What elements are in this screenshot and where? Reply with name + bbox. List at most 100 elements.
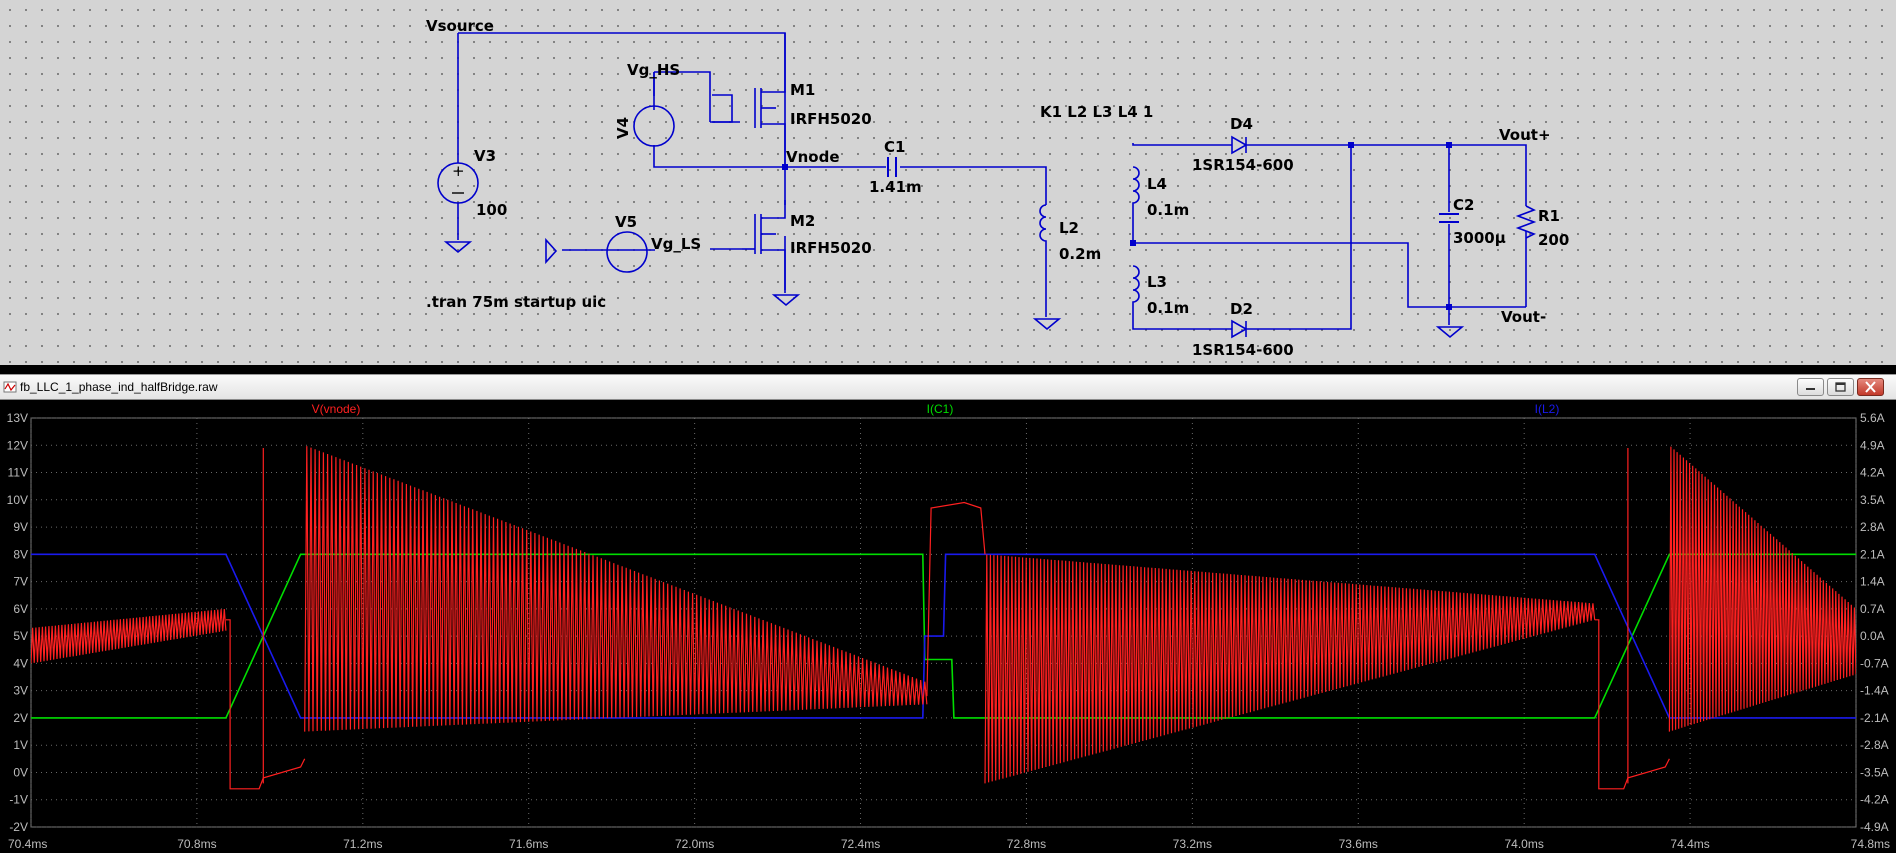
svg-text:+: + [452, 162, 465, 180]
y-right-tick-label: 3.5A [1860, 493, 1885, 507]
mosfet-m2[interactable] [742, 200, 786, 290]
l2-name: L2 [1059, 219, 1079, 237]
inductor-l2[interactable] [1039, 204, 1047, 276]
y-left-tick-label: 13V [7, 411, 28, 425]
l4-name: L4 [1147, 175, 1167, 193]
d4-value: 1SR154-600 [1192, 156, 1294, 174]
y-right-tick-label: -4.2A [1860, 793, 1889, 807]
y-left-tick-label: 7V [13, 575, 28, 589]
m2-value: IRFH5020 [790, 239, 872, 257]
y-right-tick-label: 1.4A [1860, 575, 1885, 589]
capacitor-c1[interactable] [887, 157, 897, 177]
x-tick-label: 74.4ms [1670, 837, 1709, 851]
y-right-tick-label: 0.7A [1860, 602, 1885, 616]
r1-value: 200 [1538, 231, 1569, 249]
v3-value: 100 [476, 201, 507, 219]
voltage-source-v4[interactable] [633, 71, 711, 147]
tran-directive[interactable]: .tran 75m startup uic [426, 293, 606, 311]
ground-symbols [443, 237, 1465, 339]
x-tick-label: 73.6ms [1339, 837, 1378, 851]
legend-trace-1[interactable]: I(C1) [927, 402, 954, 416]
y-left-tick-label: 2V [13, 711, 28, 725]
x-tick-label: 70.8ms [177, 837, 216, 851]
x-tick-label: 72.4ms [841, 837, 880, 851]
minimize-icon [1806, 388, 1815, 390]
waveform-chart[interactable]: 13V 12V 11V 10V 9V 8V 7V 6V 5V 4V 3V 2V 1V 0V -1V -2V 5.… [0, 400, 1896, 853]
net-label-vg-hs: Vg_HS [627, 61, 680, 79]
waveform-window-titlebar[interactable]: fb_LLC_1_phase_ind_halfBridge.raw [0, 374, 1896, 400]
y-right-tick-label: 0.0A [1860, 629, 1885, 643]
m1-name: M1 [790, 81, 815, 99]
x-tick-label: 70.4ms [8, 837, 47, 851]
y-right-tick-label: -4.9A [1860, 820, 1889, 834]
x-tick-label: 71.6ms [509, 837, 548, 851]
waveform-plot-pane[interactable]: 13V 12V 11V 10V 9V 8V 7V 6V 5V 4V 3V 2V 1V 0V -1V -2V 5.… [0, 400, 1896, 853]
y-left-tick-label: -2V [9, 820, 28, 834]
v4-name: V4 [614, 117, 632, 139]
y-left-tick-label: 10V [7, 493, 28, 507]
schematic-drawing[interactable]: + Vsource Vg_HS Vnode Vg_LS Vout+ Vout- … [0, 0, 1896, 365]
legend-trace-2[interactable]: I(L2) [1535, 402, 1560, 416]
close-button[interactable] [1857, 378, 1884, 396]
mosfet-m1[interactable] [712, 33, 786, 167]
trace-v-vnode-segment-8 [1668, 446, 1856, 732]
y-left-tick-label: 12V [7, 438, 28, 452]
diode-d2[interactable] [1231, 319, 1248, 339]
r1-name: R1 [1538, 207, 1560, 225]
y-right-tick-label: 2.1A [1860, 547, 1885, 561]
y-right-tick-label: -2.8A [1860, 738, 1889, 752]
y-right-tick-label: -0.7A [1860, 656, 1889, 670]
l2-value: 0.2m [1059, 245, 1101, 263]
c1-name: C1 [884, 138, 905, 156]
l4-value: 0.1m [1147, 201, 1189, 219]
l3-name: L3 [1147, 273, 1167, 291]
y-right-tick-label: 4.9A [1860, 438, 1885, 452]
net-label-vout-minus: Vout- [1501, 308, 1546, 326]
diode-d4[interactable] [1231, 135, 1248, 155]
y-right-tick-label: -2.1A [1860, 711, 1889, 725]
capacitor-c2[interactable] [1439, 213, 1459, 223]
window-title: fb_LLC_1_phase_ind_halfBridge.raw [20, 380, 218, 394]
y-left-tick-label: 9V [13, 520, 28, 534]
v5-name: V5 [615, 213, 637, 231]
voltage-source-v3[interactable]: + [437, 162, 479, 204]
d2-value: 1SR154-600 [1192, 341, 1294, 359]
y-right-tick-label: 4.2A [1860, 466, 1885, 480]
c2-value: 3000µ [1453, 229, 1506, 247]
net-label-vg-ls: Vg_LS [651, 235, 701, 253]
y-left-tick-label: 6V [13, 602, 28, 616]
v3-name: V3 [474, 147, 496, 165]
x-tick-label: 72.8ms [1007, 837, 1046, 851]
inductor-l3[interactable] [1132, 265, 1140, 310]
close-icon [1865, 381, 1876, 393]
y-right-tick-label: 5.6A [1860, 411, 1885, 425]
y-left-tick-label: -1V [9, 793, 28, 807]
y-left-tick-label: 1V [13, 738, 28, 752]
x-tick-label: 72.0ms [675, 837, 714, 851]
trace-v-vnode-segment-1 [225, 619, 306, 790]
maximize-button[interactable] [1827, 378, 1854, 396]
x-tick-label: 74.0ms [1505, 837, 1544, 851]
trace-v-vnode-segment-6 [1594, 619, 1670, 790]
inductor-l4[interactable] [1132, 166, 1140, 243]
trace-v-vnode-segment-3 [304, 446, 928, 732]
y-left-tick-label: 11V [8, 466, 28, 480]
x-tick-label: 74.8ms [1851, 837, 1890, 851]
legend-trace-0[interactable]: V(vnode) [312, 402, 361, 416]
y-left-tick-label: 4V [13, 656, 28, 670]
d2-name: D2 [1230, 300, 1253, 318]
maximize-icon [1835, 382, 1846, 392]
wires [457, 32, 1527, 330]
y-left-tick-label: 8V [13, 547, 28, 561]
minimize-button[interactable] [1797, 378, 1824, 396]
y-left-tick-label: 3V [13, 684, 28, 698]
y-left-tick-label: 0V [13, 765, 28, 779]
net-label-vsource: Vsource [426, 17, 494, 35]
l3-value: 0.1m [1147, 299, 1189, 317]
voltage-source-v5[interactable] [606, 231, 648, 273]
c1-value: 1.41m [869, 178, 922, 196]
schematic-canvas[interactable]: + Vsource Vg_HS Vnode Vg_LS Vout+ Vout- … [0, 0, 1896, 365]
m1-value: IRFH5020 [790, 110, 872, 128]
coupling-directive[interactable]: K1 L2 L3 L4 1 [1040, 103, 1153, 121]
y-right-tick-label: -1.4A [1860, 684, 1889, 698]
